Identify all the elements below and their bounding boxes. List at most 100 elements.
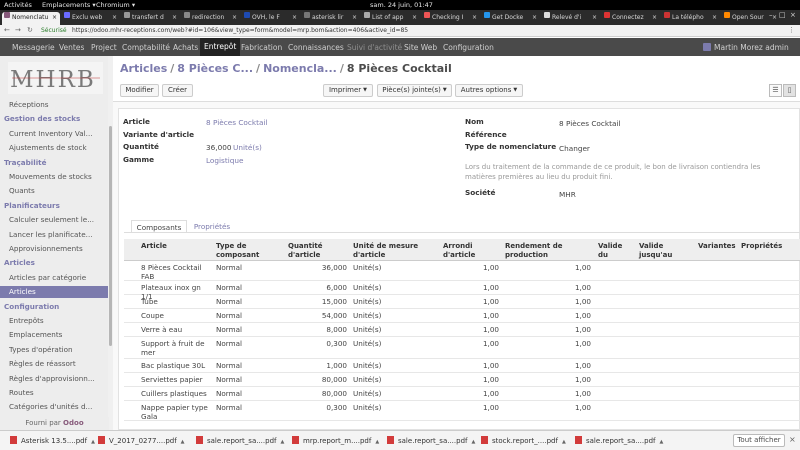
edit-button[interactable]: Modifier [120, 84, 159, 97]
download-item[interactable]: mrp.report_m....pdf ▲ [292, 436, 379, 445]
secure-indicator[interactable]: Sécurisé [41, 27, 67, 34]
browser-tab[interactable]: Connectez × [602, 12, 660, 25]
table-row[interactable]: Coupe Normal 54,000 Unité(s) 1,00 1,00 [124, 309, 800, 323]
create-button[interactable]: Créer [162, 84, 193, 97]
download-item[interactable]: sale.report_sa....pdf ▲ [196, 436, 284, 445]
column-header[interactable]: Propriétés [741, 242, 791, 251]
field-range[interactable]: Logistique [206, 156, 244, 165]
show-all-downloads-button[interactable]: Tout afficher [733, 434, 785, 447]
menu-ventes[interactable]: Ventes [59, 43, 84, 52]
field-name[interactable]: 8 Pièces Cocktail [559, 119, 621, 128]
field-quantity-uom[interactable]: Unité(s) [233, 143, 262, 152]
breadcrumb-articles[interactable]: Articles [120, 62, 167, 75]
table-row[interactable]: Cuillers plastiques Normal 80,000 Unité(s) 1… [124, 387, 800, 401]
table-row[interactable]: Nappe papier type Gala Normal 0,300 Unité(s… [124, 401, 800, 421]
column-header[interactable]: Article [141, 242, 211, 251]
sidebar-item-approvisionnements[interactable]: Approvisionnements [0, 243, 108, 255]
column-header[interactable]: Variantes [698, 242, 738, 251]
menu-site-web[interactable]: Site Web [404, 43, 437, 52]
sidebar-item-r-ceptions[interactable]: Réceptions [0, 99, 108, 111]
menu-fabrication[interactable]: Fabrication [241, 43, 282, 52]
clock[interactable]: sam. 24 juin, 01:47 [370, 1, 433, 9]
chevron-up-icon[interactable]: ▲ [659, 439, 663, 445]
menu-entrepot[interactable]: Entrepôt [200, 38, 241, 56]
close-tab-icon[interactable]: × [292, 12, 297, 23]
url-input[interactable]: https://odoo.mhr-receptions.com/web?#id=… [72, 27, 408, 34]
breadcrumb-bom-list[interactable]: Nomencla... [263, 62, 337, 75]
browser-tab[interactable]: Exclu web × [62, 12, 120, 25]
scrollbar-thumb[interactable] [109, 126, 112, 346]
table-row[interactable]: Verre à eau Normal 8,000 Unité(s) 1,00 1,00 [124, 323, 800, 337]
browser-tab[interactable]: transfert d × [122, 12, 180, 25]
browser-tab[interactable]: Checking I × [422, 12, 480, 25]
column-header[interactable]: Quantité d'article [288, 242, 343, 259]
table-row[interactable]: Support à fruit de mer Normal 0,300 Unité(s… [124, 337, 800, 359]
chevron-up-icon[interactable]: ▲ [280, 439, 284, 445]
sidebar-item-articles[interactable]: Articles [0, 286, 108, 299]
sidebar-item-r-gles-d-approvisionn[interactable]: Règles d'approvisionn... [0, 373, 108, 385]
activities-menu[interactable]: Activités [4, 1, 32, 9]
download-item[interactable]: V_2017_0277....pdf ▲ [98, 436, 185, 445]
menu-suivi-activite[interactable]: Suivi d'activité [347, 43, 402, 52]
chevron-up-icon[interactable]: ▲ [562, 439, 566, 445]
column-header[interactable]: Valide du [598, 242, 633, 259]
attachments-button[interactable]: Pièce(s) jointe(s) ▼ [377, 84, 452, 97]
column-header[interactable]: Unité de mesure d'article [353, 242, 433, 259]
close-tab-icon[interactable]: × [412, 12, 417, 23]
sidebar-item-ajustements-de-stock[interactable]: Ajustements de stock [0, 142, 108, 154]
browser-tab[interactable]: Nomenclatu × [2, 12, 60, 25]
download-item[interactable]: sale.report_sa....pdf ▲ [387, 436, 475, 445]
sidebar-item-routes[interactable]: Routes [0, 387, 108, 399]
close-tab-icon[interactable]: × [712, 12, 717, 23]
chevron-up-icon[interactable]: ▲ [91, 439, 95, 445]
browser-tab[interactable]: redirection × [182, 12, 240, 25]
menu-configuration[interactable]: Configuration [443, 43, 494, 52]
table-row[interactable]: Plateaux inox gn 1/1 Normal 6,000 Unité(s) 1… [124, 281, 800, 300]
field-quantity[interactable]: 36,000 [206, 143, 232, 152]
table-row[interactable]: 8 Pièces Cocktail FAB Normal 36,000 Unité(s… [124, 261, 800, 281]
browser-app-menu[interactable]: Chromium ▾ [96, 1, 135, 9]
close-tab-icon[interactable]: × [352, 12, 357, 23]
browser-tab[interactable]: List of app × [362, 12, 420, 25]
sidebar-item-mouvements-de-stocks[interactable]: Mouvements de stocks [0, 171, 108, 183]
sidebar-item-emplacements[interactable]: Emplacements [0, 329, 108, 341]
more-options-button[interactable]: Autres options ▼ [455, 84, 523, 97]
sidebar-item-r-gles-de-r-assort[interactable]: Règles de réassort [0, 358, 108, 370]
menu-comptabilite[interactable]: Comptabilité [122, 43, 170, 52]
table-row[interactable]: Bac plastique 30L Normal 1,000 Unité(s) 1,00… [124, 359, 800, 373]
sidebar-item-lancer-les-planificate[interactable]: Lancer les planificate... [0, 229, 108, 241]
odoo-link[interactable]: Odoo [63, 419, 84, 427]
table-row[interactable]: Tube Normal 15,000 Unité(s) 1,00 1,00 [124, 295, 800, 309]
browser-tab[interactable]: asterisk lir × [302, 12, 360, 25]
close-tab-icon[interactable]: × [652, 12, 657, 23]
maximize-icon[interactable]: □ [779, 11, 786, 19]
chevron-up-icon[interactable]: ▲ [471, 439, 475, 445]
back-icon[interactable]: ← [4, 26, 10, 34]
menu-project[interactable]: Project [91, 43, 117, 52]
download-item[interactable]: Asterisk 13.5....pdf ▲ [10, 436, 95, 445]
sidebar-item-entrep-ts[interactable]: Entrepôts [0, 315, 108, 327]
chevron-up-icon[interactable]: ▲ [375, 439, 379, 445]
field-bom-type[interactable]: Changer [559, 144, 590, 153]
browser-tab[interactable]: Relevé d'i × [542, 12, 600, 25]
menu-connaissances[interactable]: Connaissances [288, 43, 344, 52]
menu-messagerie[interactable]: Messagerie [12, 43, 55, 52]
column-header[interactable]: Rendement de production [505, 242, 585, 259]
browser-tab[interactable]: La télépho × [662, 12, 720, 25]
table-row[interactable]: Serviettes papier Normal 80,000 Unité(s) 1,0… [124, 373, 800, 387]
close-tab-icon[interactable]: × [52, 12, 57, 23]
sidebar-item-cat-gories-d-unit-s-d[interactable]: Catégories d'unités d... [0, 401, 108, 413]
list-view-icon[interactable]: ☰ [769, 84, 782, 97]
column-header[interactable]: Valide jusqu'au [639, 242, 689, 259]
close-tab-icon[interactable]: × [112, 12, 117, 23]
sidebar-item-calculer-seulement-le[interactable]: Calculer seulement le... [0, 214, 108, 226]
close-tab-icon[interactable]: × [592, 12, 597, 23]
close-window-icon[interactable]: × [790, 11, 796, 19]
browser-tab[interactable]: Get Docke × [482, 12, 540, 25]
close-tab-icon[interactable]: × [472, 12, 477, 23]
close-tab-icon[interactable]: × [232, 12, 237, 23]
field-company[interactable]: MHR [559, 190, 576, 199]
close-downloads-icon[interactable]: × [789, 435, 796, 444]
places-menu[interactable]: Emplacements ▾ [42, 1, 96, 9]
download-item[interactable]: sale.report_sa....pdf ▲ [575, 436, 663, 445]
